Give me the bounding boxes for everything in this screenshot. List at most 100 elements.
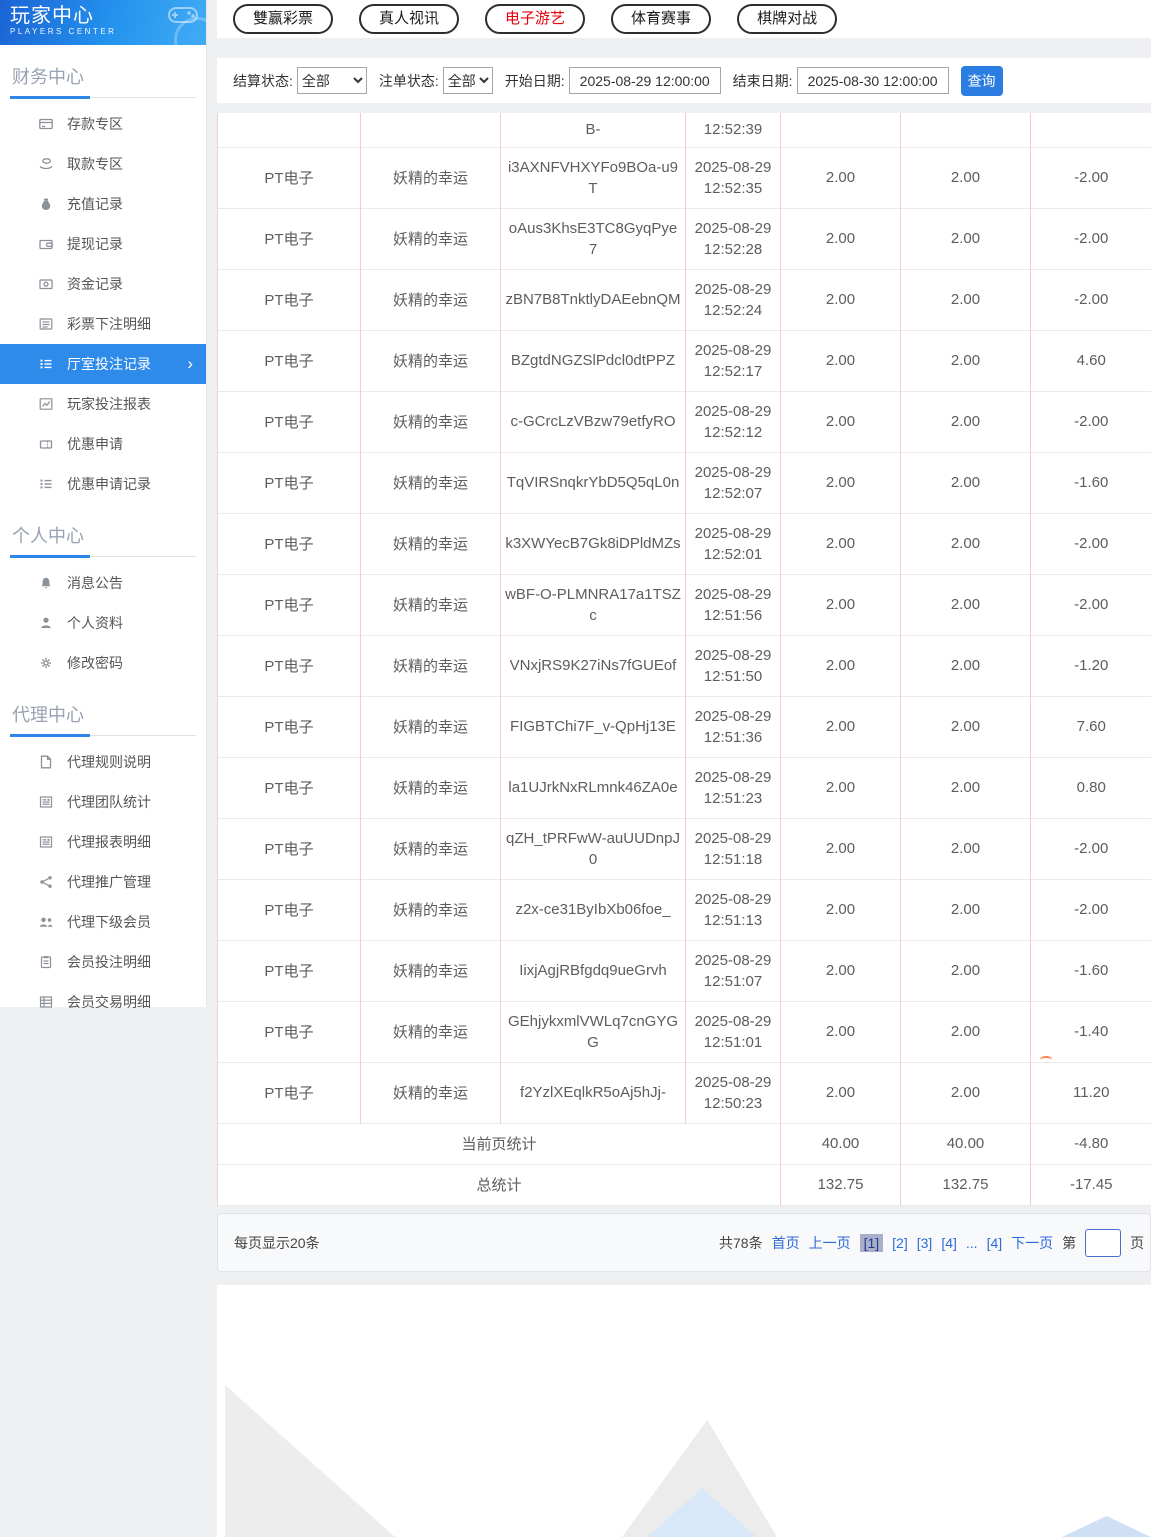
nav-category-button[interactable]: 雙赢彩票: [233, 4, 334, 34]
cell-order-id: zBN7B8TnktlyDAEebnQM: [500, 268, 686, 330]
cell-bet: 2.00: [780, 390, 901, 452]
page-number-link[interactable]: [3]: [917, 1235, 933, 1251]
cell-order-id: wBF-O-PLMNRA17a1TSZc: [500, 573, 686, 635]
cell-valid-bet: 2.00: [900, 1000, 1031, 1062]
sidebar-item[interactable]: 取款专区 ›: [10, 144, 196, 184]
next-page-link[interactable]: 下一页: [1011, 1233, 1053, 1253]
page-size-text: 每页显示20条: [234, 1234, 320, 1251]
watermark-triangle: [1062, 1516, 1151, 1537]
cell-bet: 2.00: [780, 512, 901, 574]
sidebar-item[interactable]: 代理规则说明 ›: [10, 742, 196, 782]
sidebar-item[interactable]: 消息公告 ›: [10, 563, 196, 603]
table-row: PT电子 妖精的幸运 i3AXNFVHXYFo9BOa-u9T 2025-08-…: [217, 146, 1151, 208]
cell-order-id: oAus3KhsE3TC8GyqPye7: [500, 207, 686, 269]
menulist-icon: [38, 356, 54, 372]
cell-datetime: 2025-08-29 12:51:13: [685, 878, 781, 940]
brand-subtitle: PLAYERS CENTER: [10, 27, 117, 36]
cell-bet: 2.00: [780, 268, 901, 330]
cell-datetime: 2025-08-29 12:51:18: [685, 817, 781, 879]
query-button[interactable]: 查询: [960, 65, 1003, 96]
goto-page-input[interactable]: [1085, 1228, 1122, 1257]
table-row: PT电子 妖精的幸运 FIGBTChi7F_v-QpHj13E 2025-08-…: [217, 695, 1151, 757]
report-icon: [38, 834, 54, 850]
cell-platform: PT电子: [217, 817, 361, 879]
sidebar-item[interactable]: 代理报表明细 ›: [10, 822, 196, 862]
sidebar-item[interactable]: 资金记录 ›: [10, 264, 196, 304]
settle-status-label: 结算状态:: [233, 72, 293, 89]
cell-valid-bet: 2.00: [900, 878, 1031, 940]
sidebar-item-label: 代理规则说明: [67, 754, 151, 770]
sidebar-item[interactable]: 厅室投注记录 ›: [0, 344, 206, 384]
watermark-triangle: [225, 1385, 395, 1537]
start-date-input[interactable]: [568, 67, 721, 94]
nav-category-button[interactable]: 真人视讯: [359, 4, 460, 34]
sidebar-item[interactable]: 代理团队统计 ›: [10, 782, 196, 822]
cell-game: 妖精的幸运: [360, 695, 501, 757]
sidebar-item[interactable]: 会员投注明细 ›: [10, 942, 196, 982]
cell-bet: 2.00: [780, 939, 901, 1001]
cell-datetime: 2025-08-29 12:51:36: [685, 695, 781, 757]
sidebar-item-label: 彩票下注明细: [67, 316, 151, 332]
cell-platform: PT电子: [217, 634, 361, 696]
page-number-link[interactable]: [2]: [892, 1235, 908, 1251]
ticket-icon: [38, 436, 54, 452]
gear-icon: [38, 655, 54, 671]
cell-bet: [780, 113, 901, 147]
page-number-link[interactable]: [1]: [859, 1233, 884, 1252]
cell-winloss: -1.60: [1030, 939, 1151, 1001]
cell-valid-bet: 2.00: [900, 1061, 1031, 1123]
cell-valid-bet: 2.00: [900, 329, 1031, 391]
cell-game: 妖精的幸运: [360, 939, 501, 1001]
clipboard-icon: [38, 954, 54, 970]
table-row: PT电子 妖精的幸运 TqVIRSnqkrYbD5Q5qL0n 2025-08-…: [217, 451, 1151, 513]
cell-order-id: FIGBTChi7F_v-QpHj13E: [500, 695, 686, 757]
sidebar-item[interactable]: 彩票下注明细 ›: [10, 304, 196, 344]
sidebar-item[interactable]: 优惠申请记录 ›: [10, 464, 196, 504]
moneybag-icon: [38, 196, 54, 212]
cell-winloss: 4.60: [1030, 329, 1151, 391]
table-row: PT电子 妖精的幸运 GEhjykxmlVWLq7cnGYGG 2025-08-…: [217, 1000, 1151, 1062]
cell-winloss: -2.00: [1030, 878, 1151, 940]
nav-category-button[interactable]: 棋牌对战: [737, 4, 838, 34]
order-status-select[interactable]: 全部: [442, 67, 493, 94]
nav-category-button[interactable]: 电子游艺: [485, 4, 586, 34]
list-icon: [38, 316, 54, 332]
cell-order-id: i3AXNFVHXYFo9BOa-u9T: [500, 146, 686, 208]
end-date-input[interactable]: [796, 67, 949, 94]
sidebar-section-agent: 代理中心 代理规则说明 › 代理团队统计 › 代理报表明细 ›: [10, 695, 196, 1022]
cell-platform: PT电子: [217, 756, 361, 818]
cell-winloss: 0.80: [1030, 756, 1151, 818]
sidebar-item[interactable]: 代理下级会员 ›: [10, 902, 196, 942]
sidebar-item[interactable]: 优惠申请 ›: [10, 424, 196, 464]
sidebar-item[interactable]: 个人资料 ›: [10, 603, 196, 643]
cell-platform: PT电子: [217, 939, 361, 1001]
page-summary-valid: 40.00: [900, 1122, 1031, 1164]
sidebar-item[interactable]: 代理推广管理 ›: [10, 862, 196, 902]
page-number-link[interactable]: [4]: [941, 1235, 957, 1251]
sidebar-item-label: 取款专区: [67, 156, 123, 172]
sidebar-item[interactable]: 提现记录 ›: [10, 224, 196, 264]
sidebar-item[interactable]: 充值记录 ›: [10, 184, 196, 224]
cell-bet: 2.00: [780, 756, 901, 818]
page-number-link[interactable]: ...: [966, 1235, 978, 1251]
cell-valid-bet: [900, 113, 1031, 147]
sidebar-item[interactable]: 存款专区 ›: [10, 104, 196, 144]
cell-bet: 2.00: [780, 634, 901, 696]
first-page-link[interactable]: 首页: [772, 1233, 800, 1253]
sidebar-item[interactable]: 修改密码 ›: [10, 643, 196, 683]
share-icon: [38, 874, 54, 890]
sidebar-item[interactable]: 玩家投注报表 ›: [10, 384, 196, 424]
settle-status-select[interactable]: 全部: [296, 67, 367, 94]
prev-page-link[interactable]: 上一页: [809, 1233, 851, 1253]
sidebar-item[interactable]: 会员交易明细 ›: [10, 982, 196, 1022]
handcoin-icon: [38, 156, 54, 172]
cell-valid-bet: 2.00: [900, 451, 1031, 513]
table-row: PT电子 妖精的幸运 f2YzlXEqlkR5oAj5hJj- 2025-08-…: [217, 1061, 1151, 1123]
total-count-text: 共78条: [719, 1234, 763, 1251]
nav-category-button[interactable]: 体育赛事: [611, 4, 712, 34]
cell-game: 妖精的幸运: [360, 756, 501, 818]
total-summary-bet: 132.75: [780, 1163, 901, 1205]
card-icon: [38, 116, 54, 132]
cell-platform: PT电子: [217, 1000, 361, 1062]
page-number-link[interactable]: [4]: [987, 1235, 1003, 1251]
